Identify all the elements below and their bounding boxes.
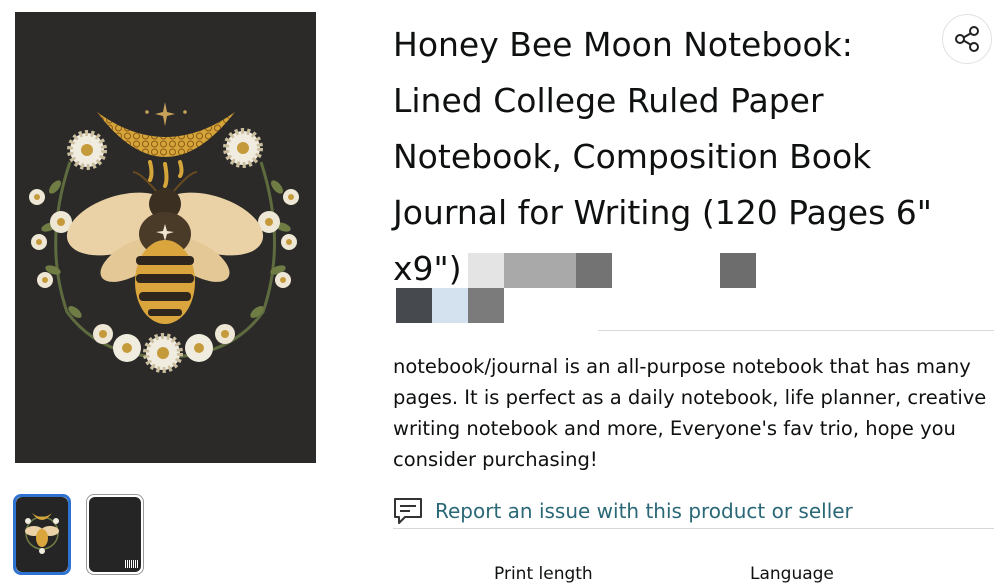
divider [598, 330, 994, 331]
barcode-graphic [124, 560, 138, 568]
product-description: notebook/journal is an all-purpose noteb… [393, 355, 987, 471]
thumbnail-back-cover[interactable] [86, 494, 144, 575]
share-icon [955, 26, 979, 52]
product-main-image[interactable] [15, 12, 316, 463]
report-issue-link[interactable]: Report an issue with this product or sel… [393, 497, 853, 525]
language-label: Language [750, 564, 834, 584]
divider [393, 528, 994, 529]
report-chat-icon [394, 498, 422, 524]
thumbnail-front-cover[interactable] [13, 494, 71, 575]
print-length-label: Print length [494, 564, 593, 584]
report-issue-label[interactable]: Report an issue with this product or sel… [435, 499, 853, 523]
